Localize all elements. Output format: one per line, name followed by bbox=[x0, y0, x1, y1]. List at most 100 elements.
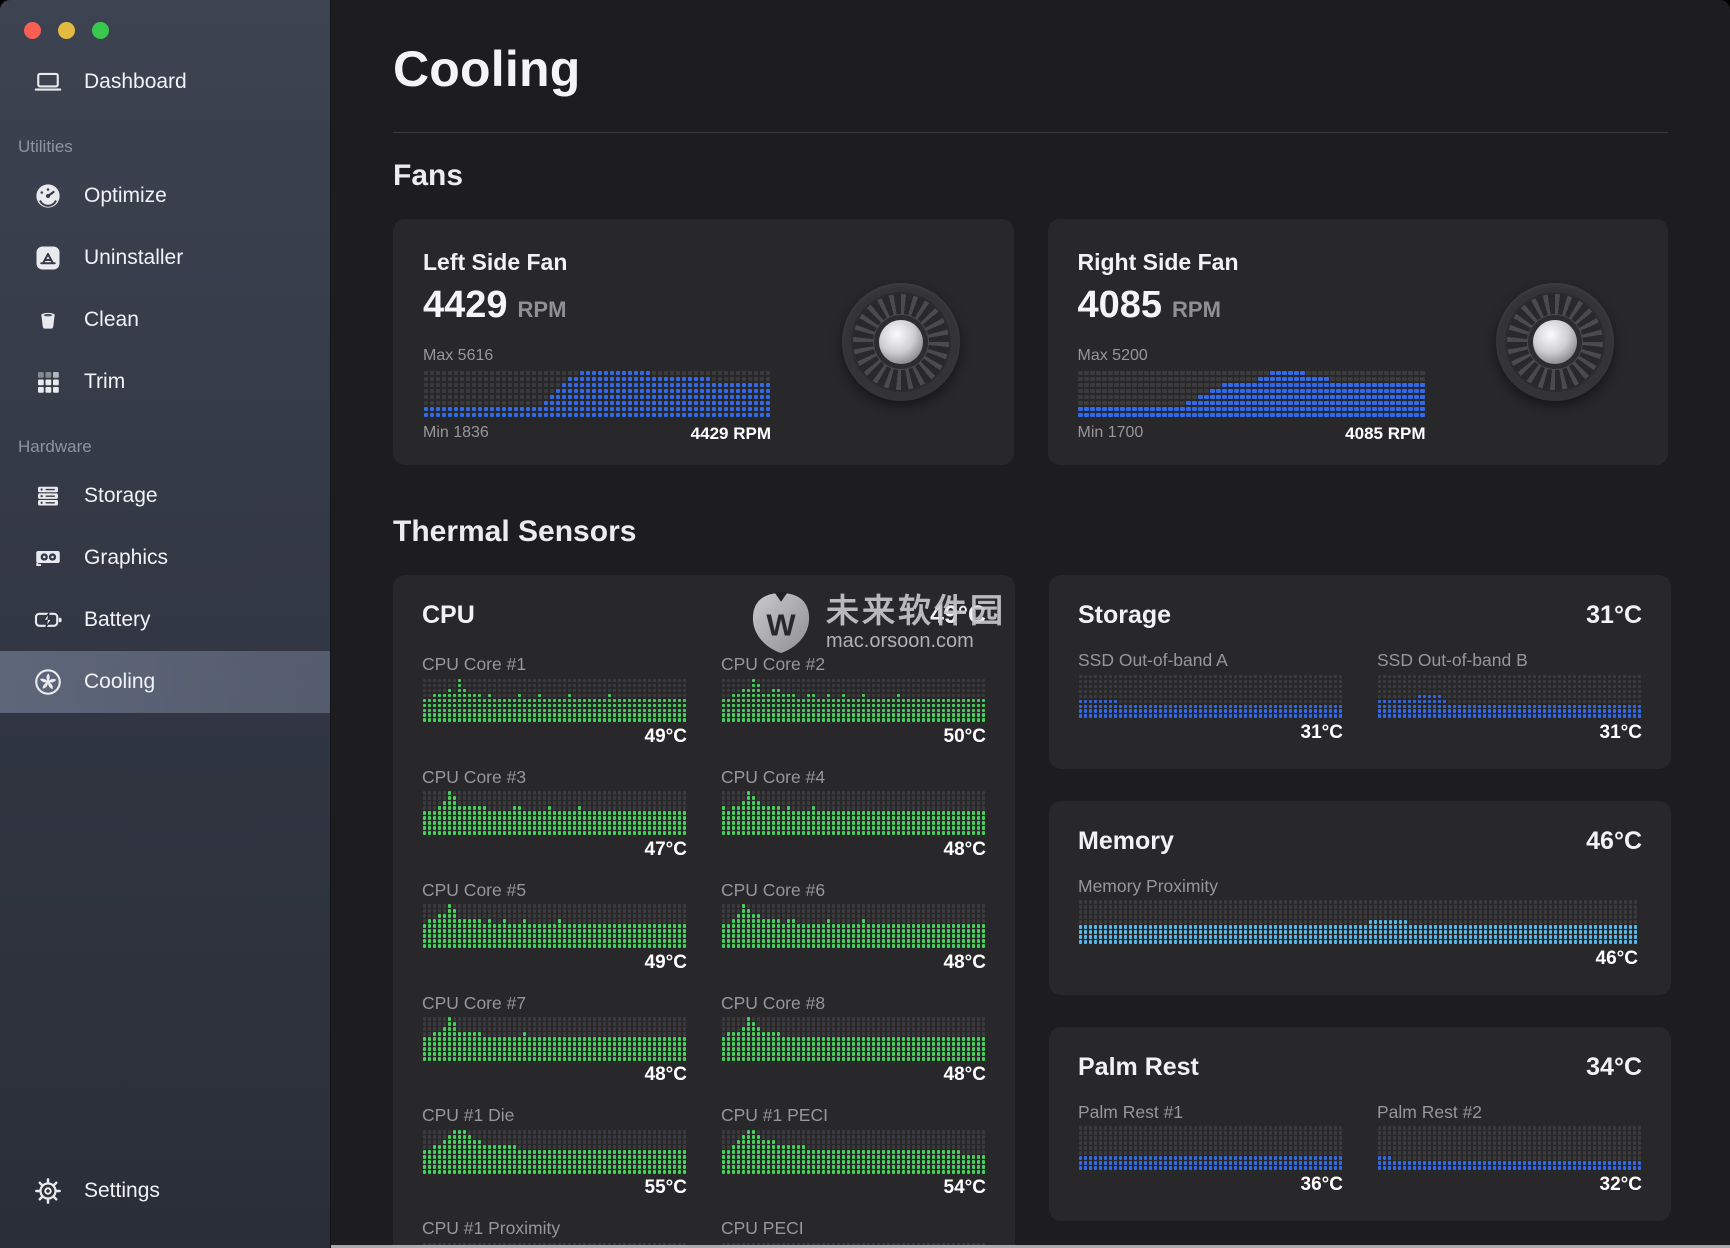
gauge-icon bbox=[28, 181, 68, 211]
gpu-icon bbox=[28, 543, 68, 573]
storage-sensor-card: Storage 31°C SSD Out-of-band A31°CSSD Ou… bbox=[1049, 575, 1671, 769]
fan-name: Left Side Fan bbox=[423, 249, 984, 276]
zoom-button[interactable] bbox=[92, 22, 109, 39]
dot-matrix-graph bbox=[422, 1017, 687, 1062]
sidebar-item-settings[interactable]: Settings bbox=[0, 1160, 330, 1222]
sensor-value: 49°C bbox=[422, 727, 687, 747]
fan-rpm-unit: RPM bbox=[518, 297, 567, 323]
sidebar-item-label: Optimize bbox=[84, 184, 167, 208]
dot-matrix-graph bbox=[1078, 674, 1343, 719]
fan-card-right-side-fan: Right Side Fan4085RPMMax 5200Min 1700408… bbox=[1048, 219, 1669, 465]
fan-min-label: Min 1700 bbox=[1078, 424, 1144, 444]
sidebar-item-uninstaller[interactable]: Uninstaller bbox=[0, 227, 330, 289]
sensor-label: CPU Core #1 bbox=[422, 654, 687, 674]
sensor-block-cpu-core-5: CPU Core #5 49°C bbox=[422, 880, 687, 973]
sidebar-item-graphics[interactable]: Graphics bbox=[0, 527, 330, 589]
sidebar-item-label: Storage bbox=[84, 484, 158, 508]
sensor-label: CPU #1 PECI bbox=[721, 1105, 986, 1125]
palmrest-sensor-card: Palm Rest 34°C Palm Rest #136°CPalm Rest… bbox=[1049, 1027, 1671, 1221]
sensor-block-ssd-out-of-band-a: SSD Out-of-band A31°C bbox=[1078, 650, 1343, 743]
sidebar-item-label: Battery bbox=[84, 608, 151, 632]
fan-icon bbox=[28, 667, 68, 697]
close-button[interactable] bbox=[24, 22, 41, 39]
cpu-sensor-grid: CPU Core #149°CCPU Core #250°CCPU Core #… bbox=[422, 654, 986, 1248]
storage-sensor-row: SSD Out-of-band A31°C SSD Out-of-band B 31… bbox=[1078, 650, 1642, 743]
thermal-right-column: Storage 31°C SSD Out-of-band A31°CSSD Ou… bbox=[1049, 575, 1671, 1221]
sensor-label: CPU Core #3 bbox=[422, 767, 687, 787]
dot-matrix-graph bbox=[721, 904, 986, 949]
memory-sensor-row: Memory Proximity46°C bbox=[1078, 876, 1642, 969]
window-controls bbox=[0, 0, 330, 39]
sidebar: DashboardUtilitiesOptimizeUninstallerCle… bbox=[0, 0, 331, 1248]
fan-rpm-value: 4085 bbox=[1078, 284, 1163, 327]
sensor-value: 31°C bbox=[1078, 723, 1343, 743]
sensor-block-cpu-peci: CPU PECI bbox=[721, 1218, 986, 1248]
sensor-label: CPU Core #6 bbox=[721, 880, 986, 900]
sensor-label: CPU #1 Proximity bbox=[422, 1218, 687, 1238]
memory-card-value: 46°C bbox=[1586, 827, 1642, 856]
sensor-label: SSD Out-of-band B bbox=[1377, 650, 1642, 670]
storage-card-title: Storage bbox=[1078, 601, 1171, 630]
sensor-label: Palm Rest #2 bbox=[1377, 1102, 1642, 1122]
fan-illustration bbox=[1496, 283, 1614, 401]
sensor-value: 47°C bbox=[422, 840, 687, 860]
sidebar-item-label: Settings bbox=[84, 1179, 160, 1203]
sensor-block-cpu-core-1: CPU Core #1 49°C bbox=[422, 654, 687, 747]
fan-hub bbox=[1533, 320, 1577, 364]
sensor-value: 49°C bbox=[422, 953, 687, 973]
fan-card-left-side-fan: Left Side Fan4429RPMMax 5616Min 18364429… bbox=[393, 219, 1014, 465]
cpu-card-title: CPU bbox=[422, 601, 475, 630]
sensor-block-cpu-1-die: CPU #1 Die55°C bbox=[422, 1105, 687, 1198]
sensor-label: CPU PECI bbox=[721, 1218, 986, 1238]
dot-matrix-graph bbox=[721, 678, 986, 723]
sensor-block-cpu-core-6: CPU Core #648°C bbox=[721, 880, 986, 973]
sidebar-item-label: Cooling bbox=[84, 670, 155, 694]
sensor-value: 50°C bbox=[721, 727, 986, 747]
trash-icon bbox=[28, 305, 68, 335]
server-icon bbox=[28, 481, 68, 511]
sidebar-item-dashboard[interactable]: Dashboard bbox=[0, 51, 330, 113]
sensor-block-ssd-out-of-band-b: SSD Out-of-band B 31°C bbox=[1377, 650, 1642, 743]
sensor-label: CPU Core #8 bbox=[721, 993, 986, 1013]
dot-matrix-graph bbox=[721, 1017, 986, 1062]
fan-illustration bbox=[842, 283, 960, 401]
sidebar-item-storage[interactable]: Storage bbox=[0, 465, 330, 527]
thermal-cards-row: CPU 49°C CPU Core #149°CCPU Core #250°CC… bbox=[393, 575, 1668, 1248]
palmrest-card-value: 34°C bbox=[1586, 1053, 1642, 1082]
memory-sensor-card: Memory 46°C Memory Proximity46°C bbox=[1049, 801, 1671, 995]
palmrest-sensor-row: Palm Rest #136°CPalm Rest #232°C bbox=[1078, 1102, 1642, 1195]
laptop-icon bbox=[28, 67, 68, 97]
fan-hub bbox=[879, 320, 923, 364]
sidebar-item-cooling[interactable]: Cooling bbox=[0, 651, 330, 713]
fan-name: Right Side Fan bbox=[1078, 249, 1639, 276]
thermal-heading: Thermal Sensors bbox=[393, 515, 1668, 549]
sensor-value: 54°C bbox=[721, 1178, 986, 1198]
sensor-label: Palm Rest #1 bbox=[1078, 1102, 1343, 1122]
sidebar-item-label: Trim bbox=[84, 370, 125, 394]
sidebar-item-trim[interactable]: Trim bbox=[0, 351, 330, 413]
sensor-block-memory-proximity: Memory Proximity46°C bbox=[1078, 876, 1638, 969]
fan-rpm-value: 4429 bbox=[423, 284, 508, 327]
storage-card-value: 31°C bbox=[1586, 601, 1642, 630]
sidebar-item-clean[interactable]: Clean bbox=[0, 289, 330, 351]
sensor-block-cpu-core-2: CPU Core #2 50°C bbox=[721, 654, 986, 747]
sensor-label: CPU Core #5 bbox=[422, 880, 687, 900]
sensor-value: 31°C bbox=[1377, 723, 1642, 743]
sensor-value: 46°C bbox=[1078, 949, 1638, 969]
dot-matrix-graph bbox=[422, 791, 687, 836]
fan-current-rpm-label: 4085 RPM bbox=[1345, 424, 1425, 444]
sidebar-item-battery[interactable]: Battery bbox=[0, 589, 330, 651]
dot-matrix-graph bbox=[1078, 1126, 1343, 1171]
palmrest-card-title: Palm Rest bbox=[1078, 1053, 1199, 1082]
sidebar-item-label: Dashboard bbox=[84, 70, 187, 94]
sensor-value: 48°C bbox=[422, 1065, 687, 1085]
sidebar-item-optimize[interactable]: Optimize bbox=[0, 165, 330, 227]
sensor-label: CPU Core #2 bbox=[721, 654, 986, 674]
minimize-button[interactable] bbox=[58, 22, 75, 39]
dot-matrix-graph bbox=[422, 678, 687, 723]
sidebar-section-hardware: Hardware bbox=[0, 413, 330, 465]
dot-matrix-graph bbox=[721, 1129, 986, 1174]
sensor-block-cpu-core-7: CPU Core #748°C bbox=[422, 993, 687, 1086]
fans-heading: Fans bbox=[393, 159, 1668, 193]
dot-matrix-graph bbox=[721, 791, 986, 836]
